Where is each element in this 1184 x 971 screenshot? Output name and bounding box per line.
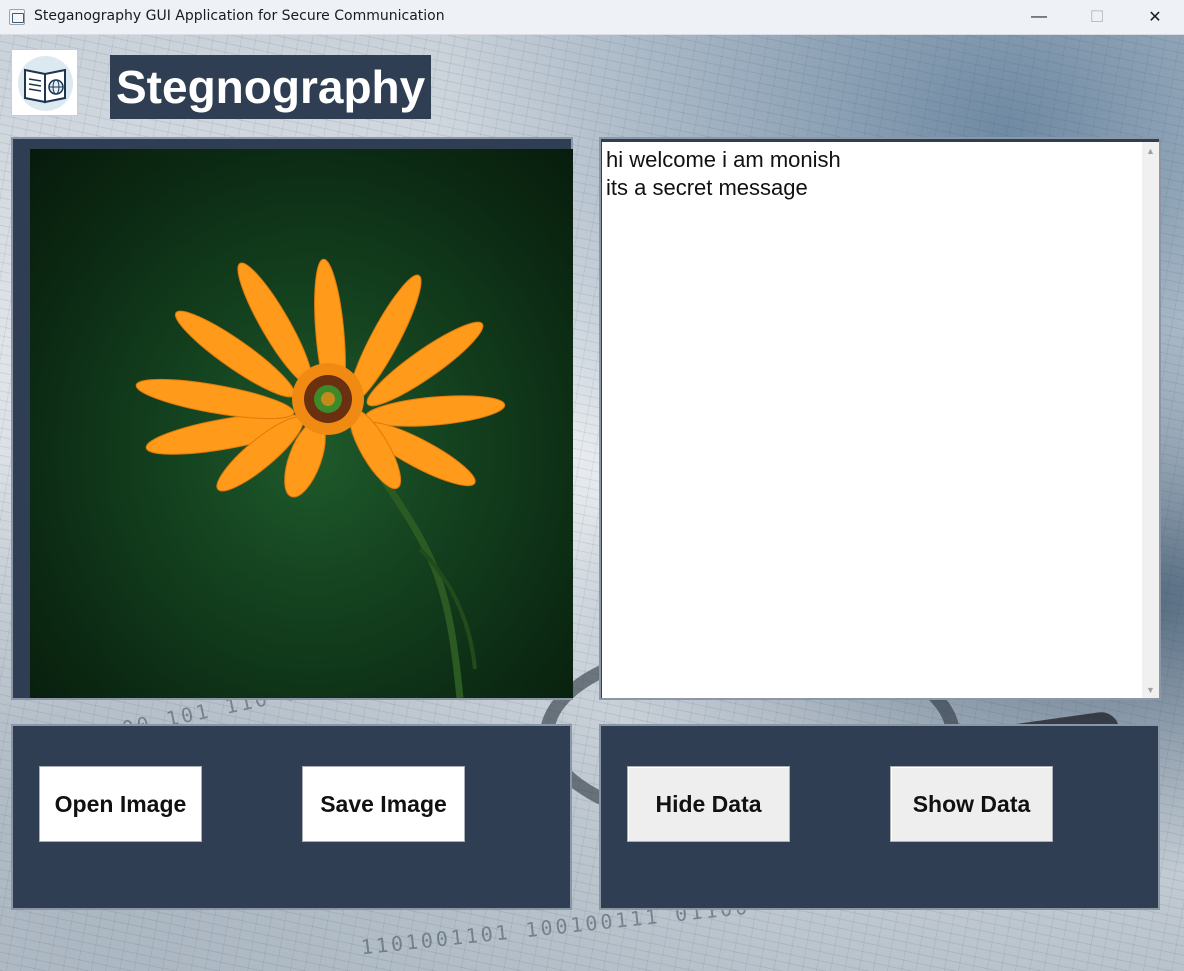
minimize-button[interactable]: —: [1010, 0, 1068, 34]
close-button[interactable]: ✕: [1126, 0, 1184, 34]
maximize-button[interactable]: ☐: [1068, 0, 1126, 34]
save-image-button[interactable]: Save Image: [302, 766, 465, 842]
image-actions-panel: Open Image Save Image: [11, 724, 572, 910]
scroll-down-icon[interactable]: ▼: [1142, 681, 1159, 698]
secret-message-textarea[interactable]: hi welcome i am monish its a secret mess…: [602, 142, 1142, 698]
book-globe-icon: [11, 49, 78, 116]
show-data-button[interactable]: Show Data: [890, 766, 1053, 842]
vertical-scrollbar[interactable]: ▲ ▼: [1142, 142, 1159, 698]
orange-flower-image: [135, 258, 506, 698]
hide-data-button[interactable]: Hide Data: [627, 766, 790, 842]
message-panel: hi welcome i am monish its a secret mess…: [599, 137, 1161, 700]
image-display: [30, 149, 573, 698]
window-title: Steganography GUI Application for Secure…: [34, 8, 445, 24]
app-icon: [9, 9, 25, 25]
image-panel: [11, 137, 573, 700]
app-heading: Stegnography: [110, 55, 432, 119]
open-image-button[interactable]: Open Image: [39, 766, 202, 842]
book-icon: [24, 68, 66, 104]
scroll-up-icon[interactable]: ▲: [1142, 142, 1159, 159]
data-actions-panel: Hide Data Show Data: [599, 724, 1160, 910]
title-bar: Steganography GUI Application for Secure…: [0, 0, 1184, 35]
